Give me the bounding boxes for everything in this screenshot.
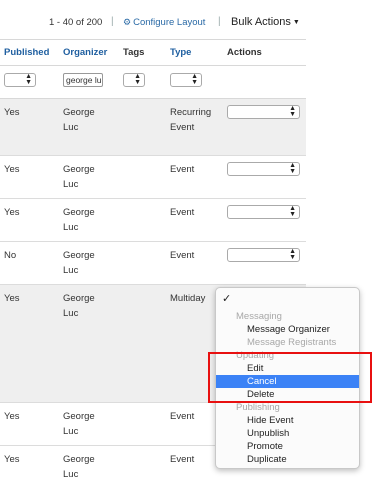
gear-icon: ⚙ [123, 17, 132, 27]
published-cell: Yes [4, 207, 20, 218]
organizer-cell: George [63, 250, 95, 261]
organizer-cell: George [63, 107, 95, 118]
separator: | [218, 16, 221, 27]
updown-arrows-icon: ▲ ▼ [289, 105, 296, 118]
column-header-tags: Tags [123, 47, 145, 58]
organizer-cell: Luc [63, 222, 79, 233]
updown-arrows-icon: ▲ ▼ [25, 73, 32, 86]
type-cell: Event [170, 411, 195, 422]
column-header-type[interactable]: Type [170, 47, 191, 58]
toolbar: 1 - 40 of 200 | ⚙ Configure Layout | Bulk… [0, 0, 374, 40]
type-cell: Event [170, 122, 195, 133]
type-cell: Event [170, 454, 195, 465]
column-header-actions: Actions [227, 47, 262, 58]
published-cell: Yes [4, 411, 20, 422]
organizer-cell: Luc [63, 426, 79, 437]
bulk-actions-button[interactable]: Bulk Actions ▼ [231, 16, 300, 28]
updown-arrows-icon: ▲ ▼ [191, 73, 198, 86]
tags-filter-select[interactable]: ▲ ▼ [123, 73, 145, 87]
pagination-info: 1 - 40 of 200 [49, 17, 103, 28]
column-header-published[interactable]: Published [4, 47, 49, 58]
published-cell: Yes [4, 107, 20, 118]
published-filter-select[interactable]: ▲ ▼ [4, 73, 36, 87]
table-row: Yes George Luc Event ▲ ▼ [0, 199, 306, 242]
menu-item-unpublish[interactable]: Unpublish [216, 427, 359, 440]
type-cell: Event [170, 250, 195, 261]
separator: | [111, 16, 114, 27]
menu-item-message-registrants: Message Registrants [247, 337, 337, 348]
organizer-cell: Luc [63, 469, 79, 480]
type-cell: Event [170, 164, 195, 175]
published-cell: No [4, 250, 17, 261]
column-header-organizer[interactable]: Organizer [63, 47, 107, 58]
menu-group-messaging: Messaging [236, 311, 282, 322]
organizer-cell: Luc [63, 308, 79, 319]
row-actions-select[interactable]: ▲ ▼ [227, 105, 300, 119]
type-filter-select[interactable]: ▲ ▼ [170, 73, 202, 87]
organizer-cell: George [63, 293, 95, 304]
organizer-cell: George [63, 454, 95, 465]
menu-item-message-organizer[interactable]: Message Organizer [216, 323, 359, 336]
table-header: Published Organizer Tags Type Actions [0, 39, 306, 66]
table-row: Yes George Luc Recurring Event ▲ ▼ [0, 99, 306, 156]
updown-arrows-icon: ▲ ▼ [289, 205, 296, 218]
caret-down-icon: ▼ [292, 19, 300, 26]
configure-layout-label: Configure Layout [133, 17, 206, 28]
type-cell: Event [170, 207, 195, 218]
row-actions-select[interactable]: ▲ ▼ [227, 248, 300, 262]
organizer-cell: Luc [63, 122, 79, 133]
annotation-highlight-box [208, 352, 372, 403]
configure-layout-link[interactable]: ⚙ Configure Layout [123, 17, 205, 28]
organizer-cell: George [63, 411, 95, 422]
menu-item-hide-event[interactable]: Hide Event [216, 414, 359, 427]
bulk-actions-label: Bulk Actions [231, 16, 291, 28]
updown-arrows-icon: ▲ ▼ [289, 162, 296, 175]
type-cell: Recurring [170, 107, 212, 118]
table-row: Yes George Luc Event ▲ ▼ [0, 156, 306, 199]
menu-item-promote[interactable]: Promote [216, 440, 359, 453]
checkmark-icon: ✓ [222, 293, 232, 305]
published-cell: Yes [4, 293, 20, 304]
organizer-cell: Luc [63, 265, 79, 276]
type-cell: Multiday [170, 293, 206, 304]
updown-arrows-icon: ▲ ▼ [289, 248, 296, 261]
organizer-cell: George [63, 207, 95, 218]
row-actions-select[interactable]: ▲ ▼ [227, 205, 300, 219]
organizer-filter-input[interactable]: george lu [63, 73, 103, 87]
organizer-cell: George [63, 164, 95, 175]
published-cell: Yes [4, 164, 20, 175]
menu-item-duplicate[interactable]: Duplicate [216, 453, 359, 466]
organizer-cell: Luc [63, 179, 79, 190]
row-actions-select[interactable]: ▲ ▼ [227, 162, 300, 176]
table-row: No George Luc Event ▲ ▼ [0, 242, 306, 285]
published-cell: Yes [4, 454, 20, 465]
filter-row: ▲ ▼ george lu ▲ ▼ ▲ ▼ [0, 66, 306, 99]
updown-arrows-icon: ▲ ▼ [134, 73, 141, 86]
